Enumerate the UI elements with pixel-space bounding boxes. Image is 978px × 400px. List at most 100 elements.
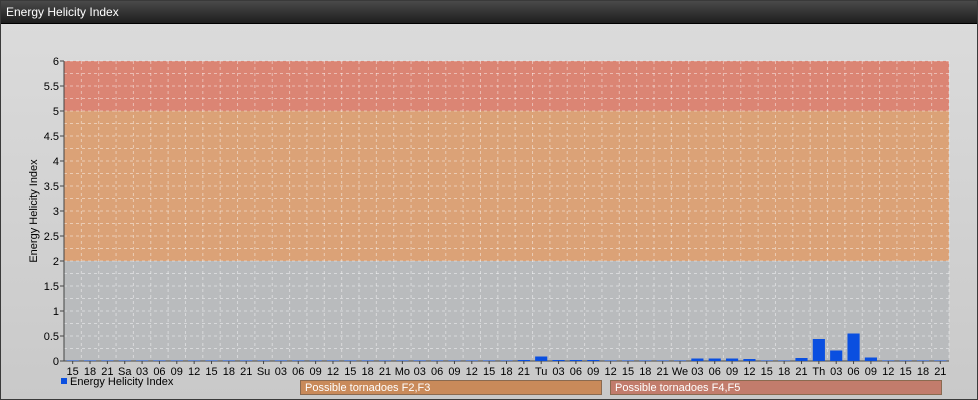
bar [500,360,513,361]
bar [240,360,253,361]
bar [396,360,409,361]
bar [708,358,721,361]
bar [83,360,97,361]
panel-title-bar: Energy Helicity Index [1,1,977,24]
bar [431,360,444,361]
x-tick-label: 12 [882,366,894,377]
chart-legend[interactable]: Energy Helicity Index [61,376,173,388]
bar [66,360,79,361]
bar [222,360,235,361]
bar [517,360,530,361]
y-tick-label: 2.5 [44,231,59,243]
bar [552,360,565,361]
bar [621,360,635,361]
x-tick-label: 18 [778,366,790,377]
x-tick-label: 18 [362,366,374,377]
y-tick-label: 0 [53,356,59,368]
x-tick-label: 21 [934,366,946,377]
y-tick-label: 3.5 [44,181,59,193]
x-tick-label: 03 [414,366,426,377]
tornado-f2-f3-label: Possible tornadoes F2,F3 [300,380,602,395]
bar [205,360,218,361]
bar [257,360,270,361]
x-tick-label: 09 [309,366,321,377]
y-tick-label: 1 [53,306,59,318]
bar [639,360,652,361]
x-tick-label: 15 [344,366,356,377]
x-tick-label: Mo [395,366,410,377]
x-tick-label: 21 [240,366,252,377]
y-tick-label: 5.5 [44,81,59,93]
bar [309,360,322,361]
bar [170,360,183,361]
x-tick-label: 03 [552,366,564,377]
x-tick-label: 03 [691,366,703,377]
legend-label: Energy Helicity Index [70,376,174,388]
x-tick-label: 06 [431,366,443,377]
x-tick-label: 12 [327,366,339,377]
x-tick-label: 21 [379,366,391,377]
y-tick-label: 4 [53,156,59,168]
bar [569,360,582,361]
bar [934,360,947,361]
x-tick-label: 06 [709,366,721,377]
y-tick-label: 5 [53,106,59,118]
x-tick-label: 12 [604,366,616,377]
x-tick-label: 12 [743,366,755,377]
x-tick-label: 15 [761,366,773,377]
y-tick-label: 3 [53,206,59,218]
bar [413,360,426,361]
bar [864,357,877,361]
bar [535,356,548,361]
y-tick-label: 2 [53,256,59,268]
bar [118,360,131,361]
energy-helicity-chart: 0 0.5 1 1.5 2 2.5 3 3.5 4 4.5 5 5.5 6 Energy Helicity… [28,56,950,377]
bar [153,360,166,361]
bar [812,339,825,361]
bar [656,360,669,361]
x-tick-label: 03 [830,366,842,377]
bar [361,360,374,361]
x-tick-label: We [672,366,688,377]
x-tick-label: 21 [657,366,669,377]
bar [136,360,149,361]
x-tick-label: 06 [847,366,859,377]
y-tick-label: 4.5 [44,131,59,143]
bar [344,360,357,361]
bar [830,350,843,361]
chart-panel: Energy Helicity Index 0 0.5 1 1.5 2 2.5 3 3.5 4 4… [0,0,978,400]
x-tick-label: 06 [570,366,582,377]
bar [326,360,340,361]
bar [899,360,912,361]
y-tick-label: 1.5 [44,281,59,293]
x-tick-label: 15 [622,366,634,377]
bar [274,360,287,361]
x-tick-label: Th [812,366,825,377]
x-tick-label: 15 [899,366,911,377]
x-tick-label: 15 [205,366,217,377]
x-tick-label: 18 [917,366,929,377]
bar [760,360,773,361]
bar [726,358,739,361]
y-tick-label: 0.5 [44,331,59,343]
x-tick-label: 12 [466,366,478,377]
bar [587,360,600,361]
y-tick-label: 6 [53,56,59,68]
x-tick-label: Tu [535,366,547,377]
x-tick-label: 12 [188,366,200,377]
bar [882,360,895,361]
legend-swatch-icon [61,378,67,384]
bar [378,360,392,361]
x-tick-label: 03 [275,366,287,377]
x-tick-label: 15 [483,366,495,377]
bar [188,360,201,361]
bar [778,360,791,361]
x-tick-label: 21 [795,366,807,377]
x-tick-label: 18 [500,366,512,377]
bar [691,358,704,361]
bar [795,358,808,361]
tornado-f4-f5-label: Possible tornadoes F4,F5 [610,380,942,395]
bar [604,360,617,361]
bar [916,360,930,361]
bar [483,360,496,361]
